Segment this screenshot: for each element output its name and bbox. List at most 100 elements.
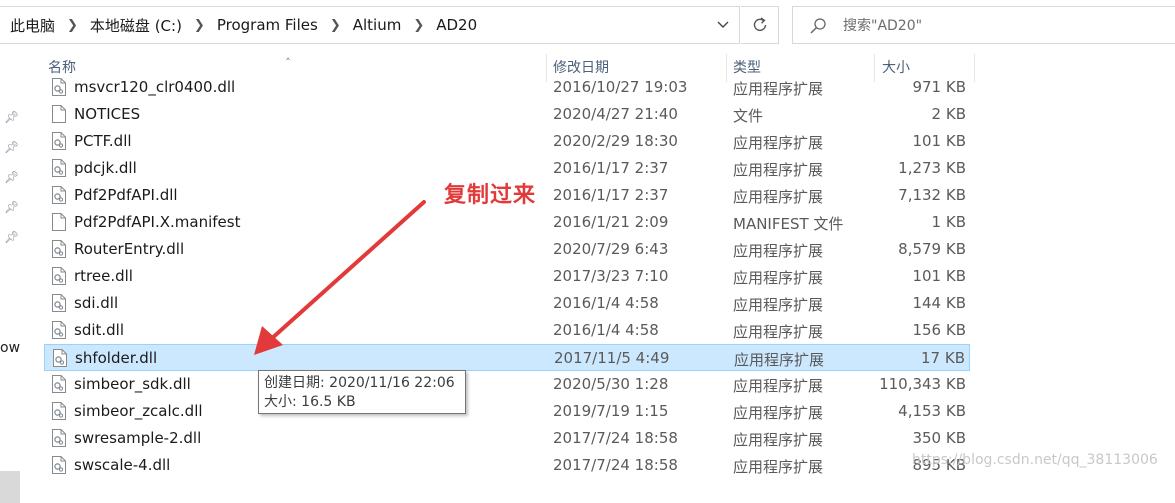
file-type: 应用程序扩展 bbox=[733, 188, 824, 206]
file-size: 17 KB bbox=[921, 349, 965, 367]
file-size: 156 KB bbox=[912, 321, 966, 339]
file-name: simbeor_sdk.dll bbox=[74, 375, 191, 393]
file-name: NOTICES bbox=[74, 105, 141, 123]
dll-file-icon bbox=[52, 402, 66, 420]
file-date: 2017/3/23 7:10 bbox=[553, 267, 669, 285]
file-type: 应用程序扩展 bbox=[734, 351, 825, 369]
chevron-right-icon[interactable]: ❯ bbox=[403, 18, 434, 33]
chevron-right-icon[interactable]: ❯ bbox=[320, 18, 351, 33]
file-row[interactable]: swscale-4.dll 2017/7/24 18:58 应用程序扩展 895 KB bbox=[44, 452, 970, 479]
file-name: RouterEntry.dll bbox=[74, 240, 185, 258]
file-type: 文件 bbox=[733, 107, 764, 125]
chevron-right-icon[interactable]: ❯ bbox=[184, 18, 215, 33]
file-name: sdi.dll bbox=[74, 294, 119, 312]
file-name: rtree.dll bbox=[74, 267, 133, 285]
tooltip-created: 创建日期: 2020/11/16 22:06 bbox=[264, 375, 455, 391]
file-size: 4,153 KB bbox=[898, 402, 966, 420]
dll-file-icon bbox=[52, 375, 66, 393]
file-size: 350 KB bbox=[912, 429, 966, 447]
file-date: 2016/1/21 2:09 bbox=[553, 213, 669, 231]
chevron-right-icon[interactable]: ❯ bbox=[57, 18, 88, 33]
file-row[interactable]: shfolder.dll 2017/11/5 4:49 应用程序扩展 17 KB bbox=[44, 344, 970, 371]
file-date: 2017/11/5 4:49 bbox=[554, 349, 670, 367]
file-row[interactable]: simbeor_zcalc.dll 2019/7/19 1:15 应用程序扩展 4,1… bbox=[44, 398, 970, 425]
file-row[interactable]: RouterEntry.dll 2020/7/29 6:43 应用程序扩展 8,579… bbox=[44, 236, 970, 263]
file-date: 2016/1/17 2:37 bbox=[553, 186, 669, 204]
file-date: 2016/1/4 4:58 bbox=[553, 294, 659, 312]
file-date: 2020/2/29 18:30 bbox=[553, 132, 678, 150]
file-type: 应用程序扩展 bbox=[733, 458, 824, 476]
chevron-down-icon[interactable] bbox=[708, 7, 738, 43]
pin-icon: 📌︎ bbox=[4, 200, 20, 214]
file-row[interactable]: sdit.dll 2016/1/4 4:58 应用程序扩展 156 KB bbox=[44, 317, 970, 344]
dll-file-icon bbox=[52, 456, 66, 474]
file-date: 2016/1/17 2:37 bbox=[553, 159, 669, 177]
file-name: sdit.dll bbox=[74, 321, 125, 339]
dll-file-icon bbox=[52, 159, 66, 177]
file-row[interactable]: PCTF.dll 2020/2/29 18:30 应用程序扩展 101 KB bbox=[44, 128, 970, 155]
dll-file-icon bbox=[52, 429, 66, 447]
file-row[interactable]: msvcr120_clr0400.dll 2016/10/27 19:03 应用程序… bbox=[44, 76, 970, 101]
dll-file-icon bbox=[52, 132, 66, 150]
navigation-pane: 📌︎ 📌︎ 📌︎ 📌︎ 📌︎ ow bbox=[0, 50, 22, 503]
dll-file-icon bbox=[53, 349, 67, 367]
file-type: 应用程序扩展 bbox=[733, 431, 824, 449]
search-icon bbox=[810, 18, 826, 34]
file-row[interactable]: NOTICES 2020/4/27 21:40 文件 2 KB bbox=[44, 101, 970, 128]
pin-icon: 📌︎ bbox=[4, 140, 20, 154]
file-size: 144 KB bbox=[912, 294, 966, 312]
file-row[interactable]: sdi.dll 2016/1/4 4:58 应用程序扩展 144 KB bbox=[44, 290, 970, 317]
file-size: 101 KB bbox=[912, 267, 966, 285]
file-size: 971 KB bbox=[912, 78, 966, 96]
pin-icon: 📌︎ bbox=[4, 230, 20, 244]
search-input[interactable] bbox=[841, 13, 1145, 39]
file-list: msvcr120_clr0400.dll 2016/10/27 19:03 应用程序… bbox=[44, 76, 984, 480]
file-name: pdcjk.dll bbox=[74, 159, 137, 177]
file-size: 2 KB bbox=[931, 105, 966, 123]
breadcrumb-altium[interactable]: Altium bbox=[351, 16, 404, 34]
file-date: 2020/7/29 6:43 bbox=[553, 240, 669, 258]
watermark: https://blog.csdn.net/qq_38113006 bbox=[912, 452, 1158, 468]
file-type: 应用程序扩展 bbox=[733, 80, 824, 98]
file-name: simbeor_zcalc.dll bbox=[74, 402, 203, 420]
nav-item-label[interactable]: ow bbox=[0, 340, 20, 356]
breadcrumb: 此电脑 ❯ 本地磁盘 (C:) ❯ Program Files ❯ Altium… bbox=[8, 7, 479, 43]
refresh-button[interactable] bbox=[741, 6, 779, 44]
file-row[interactable]: simbeor_sdk.dll 2020/5/30 1:28 应用程序扩展 110,3… bbox=[44, 371, 970, 398]
file-type: 应用程序扩展 bbox=[733, 134, 824, 152]
file-date: 2019/7/19 1:15 bbox=[553, 402, 669, 420]
file-date: 2016/1/4 4:58 bbox=[553, 321, 659, 339]
file-size: 7,132 KB bbox=[898, 186, 966, 204]
address-bar[interactable]: 此电脑 ❯ 本地磁盘 (C:) ❯ Program Files ❯ Altium… bbox=[0, 6, 740, 44]
file-size: 8,579 KB bbox=[898, 240, 966, 258]
search-box[interactable] bbox=[792, 6, 1175, 44]
file-size: 1 KB bbox=[931, 213, 966, 231]
file-date: 2017/7/24 18:58 bbox=[553, 429, 678, 447]
file-row[interactable]: rtree.dll 2017/3/23 7:10 应用程序扩展 101 KB bbox=[44, 263, 970, 290]
annotation-label: 复制过来 bbox=[444, 183, 537, 208]
file-date: 2017/7/24 18:58 bbox=[553, 456, 678, 474]
file-row[interactable]: Pdf2PdfAPI.X.manifest 2016/1/21 2:09 MANIF… bbox=[44, 209, 970, 236]
dll-file-icon bbox=[52, 186, 66, 204]
file-date: 2020/4/27 21:40 bbox=[553, 105, 678, 123]
file-type: 应用程序扩展 bbox=[733, 269, 824, 287]
refresh-icon bbox=[753, 17, 766, 31]
file-tooltip: 创建日期: 2020/11/16 22:06 大小: 16.5 KB bbox=[258, 370, 466, 414]
file-type: 应用程序扩展 bbox=[733, 161, 824, 179]
breadcrumb-local-disk[interactable]: 本地磁盘 (C:) bbox=[88, 15, 184, 36]
file-type: 应用程序扩展 bbox=[733, 242, 824, 260]
breadcrumb-this-pc[interactable]: 此电脑 bbox=[8, 15, 57, 36]
dll-file-icon bbox=[52, 294, 66, 312]
breadcrumb-ad20[interactable]: AD20 bbox=[434, 16, 479, 34]
file-name: Pdf2PdfAPI.X.manifest bbox=[74, 213, 241, 231]
dll-file-icon bbox=[52, 78, 66, 96]
file-type: MANIFEST 文件 bbox=[733, 215, 844, 233]
file-name: swscale-4.dll bbox=[74, 456, 171, 474]
breadcrumb-program-files[interactable]: Program Files bbox=[215, 16, 320, 34]
nav-item-selected[interactable] bbox=[0, 471, 20, 503]
file-size: 110,343 KB bbox=[879, 375, 966, 393]
file-date: 2016/10/27 19:03 bbox=[553, 78, 688, 96]
file-row[interactable]: swresample-2.dll 2017/7/24 18:58 应用程序扩展 350… bbox=[44, 425, 970, 452]
pin-icon: 📌︎ bbox=[4, 170, 20, 184]
blank-file-icon bbox=[52, 213, 66, 231]
